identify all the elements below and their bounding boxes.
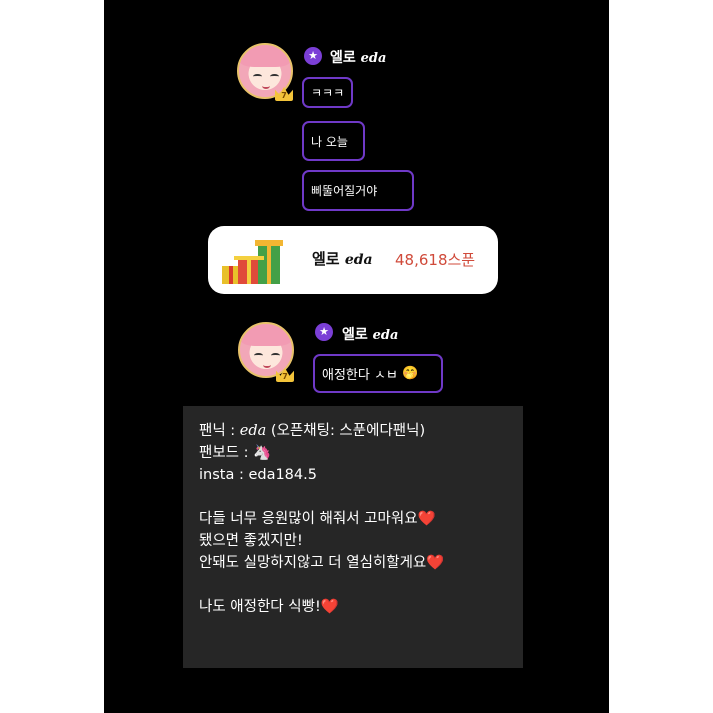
star-badge-icon: ★ xyxy=(304,47,322,65)
chat-message[interactable]: 삐뚤어질거야 xyxy=(302,170,414,211)
caption-line: insta : eda184.5 xyxy=(199,467,317,483)
caption-line: 됐으면 좋겠지만! xyxy=(199,533,303,549)
caption-line: 팬보드 : 🦄 xyxy=(199,445,272,461)
heart-icon: ❤️ xyxy=(417,511,436,527)
heart-icon: ❤️ xyxy=(320,599,339,615)
chat-message[interactable]: 나 오늘 xyxy=(302,121,365,161)
caption-line: 안돼도 실망하지않고 더 열심히할게요❤️ xyxy=(199,555,445,571)
username[interactable]: 엘로 eda xyxy=(342,324,398,344)
chat-message[interactable]: ㅋㅋㅋ xyxy=(302,77,353,108)
caption-text-box: 팬닉 : eda (오픈채팅: 스푼에다팬닉) 팬보드 : 🦄 insta : … xyxy=(183,406,523,668)
star-badge-icon: ★ xyxy=(315,323,333,341)
gift-notification[interactable]: 엘로 eda 48,618스푼 xyxy=(208,226,498,294)
gift-amount: 48,618스푼 xyxy=(395,251,476,269)
emoji-icon: 🤭 xyxy=(402,366,419,381)
username[interactable]: 엘로 eda xyxy=(330,47,386,67)
chat-message[interactable]: 애정한다 ㅅㅂ 🤭 xyxy=(313,354,443,393)
gift-boxes-icon xyxy=(222,240,283,284)
caption-line: 다들 너무 응원많이 해줘서 고마워요❤️ xyxy=(199,511,436,527)
heart-icon: ❤️ xyxy=(426,555,445,571)
caption-line: 나도 애정한다 식빵!❤️ xyxy=(199,599,339,615)
caption-line: 팬닉 : eda (오픈채팅: 스푼에다팬닉) xyxy=(199,423,426,439)
gift-username: 엘로 eda xyxy=(312,250,373,268)
unicorn-icon: 🦄 xyxy=(253,445,272,461)
